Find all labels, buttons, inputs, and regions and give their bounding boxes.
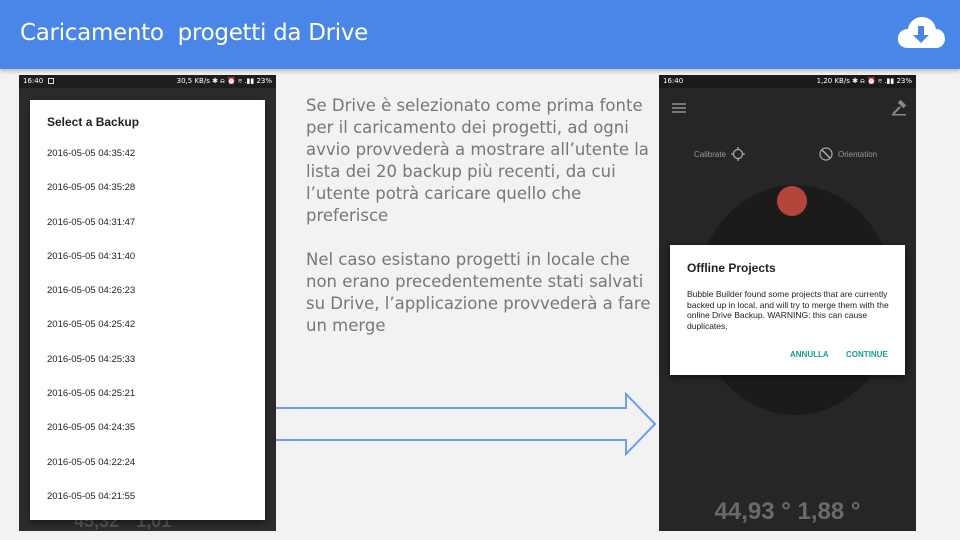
level-bubble bbox=[777, 186, 807, 216]
status-time: 16:40 bbox=[23, 77, 44, 85]
backup-phone-screenshot: 16:40 30,5 KB/s ✱ ⍾ ⏰ ⩳ .▮▮ 23% 45,32 ° … bbox=[19, 75, 276, 531]
dialog-title: Offline Projects bbox=[687, 261, 776, 275]
backup-item[interactable]: 2016-05-05 04:31:47 bbox=[47, 214, 257, 248]
dialog-message: Bubble Builder found some projects that … bbox=[687, 289, 889, 331]
status-indicators: 30,5 KB/s ✱ ⍾ ⏰ ⩳ .▮▮ 23% bbox=[176, 77, 272, 85]
slide-header: Caricamento progetti da Drive bbox=[0, 0, 960, 69]
status-indicators: 1,20 KB/s ✱ ⍾ ⏰ ⩳ .▮▮ 23% bbox=[816, 77, 912, 85]
offline-projects-dialog: Offline Projects Bubble Builder found so… bbox=[670, 245, 905, 375]
description-paragraph-1: Se Drive è selezionato come prima fonte … bbox=[306, 96, 649, 225]
backup-list: 2016-05-05 04:35:42 2016-05-05 04:35:28 … bbox=[47, 145, 257, 522]
backup-item[interactable]: 2016-05-05 04:21:55 bbox=[47, 488, 257, 522]
slide-title: Caricamento progetti da Drive bbox=[20, 20, 369, 46]
backup-item[interactable]: 2016-05-05 04:25:42 bbox=[47, 316, 257, 350]
right-arrow-icon bbox=[276, 392, 657, 456]
select-backup-dialog: Select a Backup 2016-05-05 04:35:42 2016… bbox=[30, 100, 265, 520]
backup-item[interactable]: 2016-05-05 04:26:23 bbox=[47, 282, 257, 316]
crosshair-icon bbox=[731, 147, 746, 161]
backup-item[interactable]: 2016-05-05 04:24:35 bbox=[47, 419, 257, 453]
backup-item[interactable]: 2016-05-05 04:31:40 bbox=[47, 248, 257, 282]
calibrate-button[interactable]: Calibrate bbox=[694, 147, 746, 161]
screen-rotation-icon bbox=[819, 147, 833, 161]
calibrate-label: Calibrate bbox=[694, 149, 727, 159]
hammer-icon[interactable] bbox=[891, 100, 907, 116]
status-time: 16:40 bbox=[663, 77, 684, 85]
offline-projects-phone-screenshot: 16:40 1,20 KB/s ✱ ⍾ ⏰ ⩳ .▮▮ 23% Calibrat… bbox=[659, 75, 916, 531]
angle-readout: 44,93 ° 1,88 ° bbox=[714, 498, 861, 525]
status-bar: 16:40 30,5 KB/s ✱ ⍾ ⏰ ⩳ .▮▮ 23% bbox=[19, 75, 276, 88]
continue-button[interactable]: CONTINUE bbox=[846, 350, 888, 359]
backup-item[interactable]: 2016-05-05 04:25:33 bbox=[47, 351, 257, 385]
backup-item[interactable]: 2016-05-05 04:35:28 bbox=[47, 179, 257, 213]
description-paragraph-2: Nel caso esistano progetti in locale che… bbox=[306, 250, 651, 335]
cancel-button[interactable]: ANNULLA bbox=[790, 350, 829, 359]
dialog-title: Select a Backup bbox=[47, 115, 140, 129]
backup-item[interactable]: 2016-05-05 04:22:24 bbox=[47, 454, 257, 488]
status-bar: 16:40 1,20 KB/s ✱ ⍾ ⏰ ⩳ .▮▮ 23% bbox=[659, 75, 916, 88]
cloud-download-icon bbox=[897, 17, 945, 48]
menu-icon[interactable] bbox=[672, 103, 686, 113]
backup-item[interactable]: 2016-05-05 04:35:42 bbox=[47, 145, 257, 179]
notification-icon bbox=[48, 78, 54, 84]
orientation-button[interactable]: Orientation bbox=[819, 147, 877, 161]
orientation-label: Orientation bbox=[838, 149, 878, 159]
backup-item[interactable]: 2016-05-05 04:25:21 bbox=[47, 385, 257, 419]
description-text: Se Drive è selezionato come prima fonte … bbox=[306, 95, 651, 337]
